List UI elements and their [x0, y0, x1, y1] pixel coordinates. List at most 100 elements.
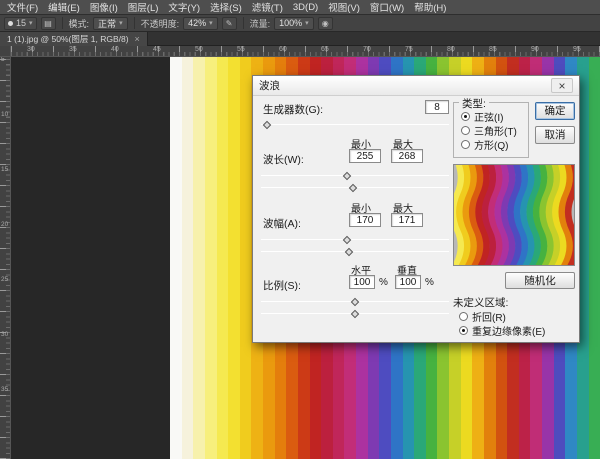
ruler-label: 95 [573, 46, 581, 53]
pressure-opacity-icon[interactable]: ✎ [222, 17, 237, 30]
amplitude-min-input[interactable]: 170 [349, 213, 381, 227]
menu-item-2[interactable]: 编辑(E) [43, 0, 85, 14]
menu-item-6[interactable]: 选择(S) [205, 0, 247, 14]
flow-select[interactable]: 100% ▾ [274, 17, 314, 30]
generators-label: 生成器数(G): [263, 102, 323, 117]
radio-sine[interactable]: 正弦(I) [461, 110, 503, 122]
radio-wrap-around[interactable]: 折回(R) [459, 310, 506, 322]
slider-track [261, 239, 449, 240]
brush-preset-picker[interactable]: 15 ▾ [4, 17, 37, 30]
ok-button[interactable]: 确定 [535, 102, 575, 120]
menu-item-8[interactable]: 3D(D) [288, 2, 323, 13]
scale-label: 比例(S): [263, 278, 301, 293]
photoshop-window: 文件(F)编辑(E)图像(I)图层(L)文字(Y)选择(S)滤镜(T)3D(D)… [0, 0, 600, 459]
document-tab[interactable]: 1 (1).jpg @ 50%(图层 1, RGB/8) × [0, 32, 148, 46]
slider-thumb[interactable] [262, 121, 270, 129]
wavelength-max-slider[interactable] [261, 183, 449, 193]
vertical-ruler[interactable]: 5101520253035 [0, 46, 11, 459]
ruler-label: 20 [1, 221, 8, 228]
opacity-value: 42% [188, 18, 206, 28]
slider-thumb[interactable] [351, 310, 359, 318]
menu-item-9[interactable]: 视图(V) [323, 0, 365, 14]
slider-thumb[interactable] [343, 236, 351, 244]
scale-vertical-input[interactable]: 100 [395, 275, 421, 289]
menu-item-1[interactable]: 文件(F) [2, 0, 43, 14]
ruler-label: 70 [363, 46, 371, 53]
radio-icon [459, 326, 468, 335]
wavelength-min-slider[interactable] [261, 171, 449, 181]
generators-slider[interactable] [261, 120, 449, 130]
ruler-label: 30 [27, 46, 35, 53]
ruler-label: 40 [111, 46, 119, 53]
document-title: 1 (1).jpg @ 50%(图层 1, RGB/8) [7, 33, 129, 45]
airbrush-icon[interactable]: ◉ [318, 17, 333, 30]
menu-item-11[interactable]: 帮助(H) [409, 0, 451, 14]
ruler-label: 5 [1, 56, 5, 63]
horizontal-ruler[interactable]: 3035404550556065707580859095 [11, 46, 600, 57]
close-icon[interactable]: × [551, 78, 573, 93]
radio-icon [461, 126, 470, 135]
stripe [205, 57, 217, 459]
menu-item-7[interactable]: 滤镜(T) [247, 0, 288, 14]
menu-item-5[interactable]: 文字(Y) [163, 0, 205, 14]
randomize-button[interactable]: 随机化 [505, 272, 575, 289]
ruler-label: 50 [195, 46, 203, 53]
slider-thumb[interactable] [345, 248, 353, 256]
separator [62, 17, 63, 29]
mode-label: 模式: [69, 17, 90, 30]
chevron-down-icon: ▾ [29, 19, 33, 27]
ruler-label: 80 [447, 46, 455, 53]
ruler-label: 35 [69, 46, 77, 53]
ruler-label: 10 [1, 111, 8, 118]
radio-square[interactable]: 方形(Q) [461, 138, 508, 150]
mode-value: 正常 [98, 17, 116, 30]
amplitude-min-slider[interactable] [261, 235, 449, 245]
slider-track [261, 251, 449, 252]
flow-label: 流量: [250, 17, 271, 30]
scale-horizontal-slider[interactable] [261, 297, 449, 307]
radio-repeat-edge-pixels[interactable]: 重复边缘像素(E) [459, 324, 545, 336]
wavelength-min-input[interactable]: 255 [349, 149, 381, 163]
slider-thumb[interactable] [349, 184, 357, 192]
generators-input[interactable]: 8 [425, 100, 449, 114]
amplitude-max-slider[interactable] [261, 247, 449, 257]
wavelength-label: 波长(W): [263, 152, 304, 167]
radio-label: 三角形(T) [474, 123, 517, 138]
slider-track [261, 124, 449, 125]
cancel-button[interactable]: 取消 [535, 126, 575, 144]
brush-panel-toggle-icon[interactable]: ▤ [41, 17, 56, 30]
slider-thumb[interactable] [351, 298, 359, 306]
scale-horizontal-input[interactable]: 100 [349, 275, 375, 289]
options-bar: 15 ▾ ▤ 模式: 正常 ▾ 不透明度: 42% ▾ ✎ 流量: 100% ▾… [0, 15, 600, 32]
scale-vertical-slider[interactable] [261, 309, 449, 319]
wave-dialog: 波浪 × 生成器数(G): 8 最小 最大 波长(W): 255 268 [252, 75, 580, 343]
type-group: 类型: 正弦(I) 三角形(T) 方形(Q) [453, 102, 529, 158]
stripe [228, 57, 240, 459]
stripe [217, 57, 229, 459]
ruler-label: 25 [1, 276, 8, 283]
radio-triangle[interactable]: 三角形(T) [461, 124, 517, 136]
menu-item-3[interactable]: 图像(I) [85, 0, 123, 14]
slider-thumb[interactable] [343, 172, 351, 180]
opacity-select[interactable]: 42% ▾ [183, 17, 218, 30]
mode-select[interactable]: 正常 ▾ [93, 17, 128, 30]
close-icon[interactable]: × [135, 34, 140, 44]
ruler-corner [0, 46, 11, 57]
wave-preview-image [454, 165, 575, 266]
radio-label: 方形(Q) [474, 137, 508, 152]
slider-track [261, 175, 449, 176]
ruler-label: 45 [153, 46, 161, 53]
wavelength-max-input[interactable]: 268 [391, 149, 423, 163]
radio-label: 折回(R) [472, 309, 506, 324]
ruler-label: 90 [531, 46, 539, 53]
menu-bar: 文件(F)编辑(E)图像(I)图层(L)文字(Y)选择(S)滤镜(T)3D(D)… [0, 0, 600, 15]
chevron-down-icon: ▾ [209, 19, 213, 27]
document-tab-bar: 1 (1).jpg @ 50%(图层 1, RGB/8) × [0, 32, 600, 46]
dialog-titlebar[interactable]: 波浪 × [253, 76, 579, 96]
radio-icon [461, 140, 470, 149]
menu-item-4[interactable]: 图层(L) [123, 0, 164, 14]
menu-item-10[interactable]: 窗口(W) [365, 0, 409, 14]
stripe [170, 57, 182, 459]
ruler-label: 60 [279, 46, 287, 53]
amplitude-max-input[interactable]: 171 [391, 213, 423, 227]
